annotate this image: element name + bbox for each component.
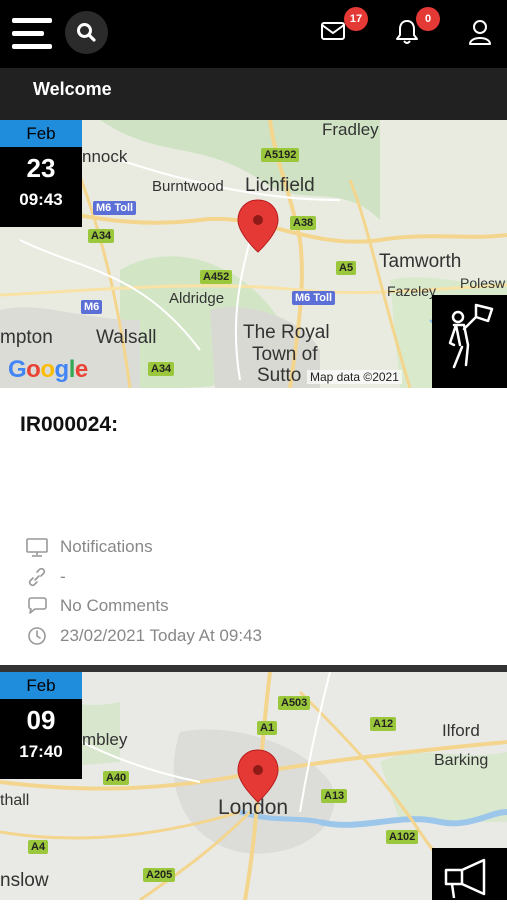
road-label-a452: A452 [200,270,233,284]
page-title: Welcome [33,79,112,99]
incident-card[interactable]: Fradley nnock Burntwood Lichfield Tamwor… [0,120,507,665]
datetime-row: 23/02/2021 Today At 09:43 [26,626,262,646]
envelope-icon [321,22,345,40]
road-label-m6: M6 [81,300,103,314]
road-label-a34: A34 [88,229,115,243]
comments-row: No Comments [26,596,169,616]
map-label-walsall: Walsall [96,327,157,348]
link-text[interactable]: - [60,567,66,587]
category-row: Notifications [26,537,153,557]
date-time: 09:43 [19,190,63,209]
road-label-m6-toll: M6 Toll [93,201,137,215]
incident-card[interactable]: mbley Ilford Barking thall London nslow … [0,672,507,900]
map-label-burntwood: Burntwood [152,178,224,195]
monitor-icon [26,537,48,557]
map-label-tamworth: Tamworth [379,251,462,272]
incident-reference[interactable]: IR000024: [20,413,118,437]
date-day: 23 [26,153,56,183]
road-label-a102: A102 [386,830,419,844]
date-day-block: 23 09:43 [0,147,82,227]
date-month: Feb [0,672,82,699]
search-button[interactable] [65,11,108,54]
road-label-m6-toll-south: M6 Toll [292,291,336,305]
map-label-aldridge: Aldridge [169,290,225,307]
road-label-a4: A4 [28,840,49,854]
map-label-wolverhampton: mpton [0,327,53,348]
notifications-count-badge: 0 [416,7,440,31]
date-time: 17:40 [19,742,63,761]
map-label-cannock: nnock [82,147,128,166]
comment-icon [26,596,48,616]
date-badge: Feb 09 17:40 [0,672,82,779]
map-label-ilford: Ilford [442,721,480,740]
profile-button[interactable] [467,19,493,52]
map-label-london: London [218,796,289,819]
card-divider [0,665,507,672]
incident-type-badge [432,295,507,388]
road-label-a40: A40 [103,771,130,785]
category-text: Notifications [60,537,153,556]
map-label-fazeley: Fazeley [387,283,437,299]
map-label-southall: thall [0,792,30,809]
map-label-wembley: mbley [82,730,128,749]
megaphone-icon [444,858,486,899]
road-label-a5: A5 [336,261,357,275]
map-attribution: Map data ©2021 [307,370,402,384]
user-icon [469,20,491,45]
map-label-the-royal: The Royal [243,322,330,343]
road-label-a13: A13 [321,789,348,803]
comments-text[interactable]: No Comments [60,596,169,616]
link-icon [26,567,48,587]
search-icon [77,23,96,42]
date-month: Feb [0,120,82,147]
map-label-polesworth: Polesw [460,275,506,291]
page-subheader: Welcome [0,68,507,120]
road-label-a503: A503 [278,696,311,710]
road-label-a12: A12 [370,717,397,731]
road-label-a5192: A5192 [261,148,300,162]
person-with-flag-icon [448,303,494,369]
road-label-a1: A1 [257,721,278,735]
map-label-barking: Barking [434,752,489,769]
road-label-a205: A205 [143,868,176,882]
map-label-town-of: Town of [252,344,318,365]
incident-type-badge [432,848,507,900]
map-label-lichfield: Lichfield [245,175,315,196]
road-label-a38: A38 [290,216,317,230]
google-logo: Google [8,356,88,383]
map-label-sutton: Sutto [257,365,302,386]
date-day-block: 09 17:40 [0,699,82,779]
date-day: 09 [26,705,56,735]
link-row: - [26,567,66,587]
date-badge: Feb 23 09:43 [0,120,82,227]
messages-button[interactable] [320,18,346,49]
top-app-bar: 17 0 [0,0,507,68]
messages-count-badge: 17 [344,7,368,31]
datetime-text: 23/02/2021 Today At 09:43 [60,626,262,645]
menu-icon[interactable] [12,14,54,52]
clock-icon [26,626,48,646]
map-label-hounslow: nslow [0,870,49,891]
road-label-a34-south: A34 [148,362,175,376]
map-label-fradley: Fradley [322,120,379,139]
